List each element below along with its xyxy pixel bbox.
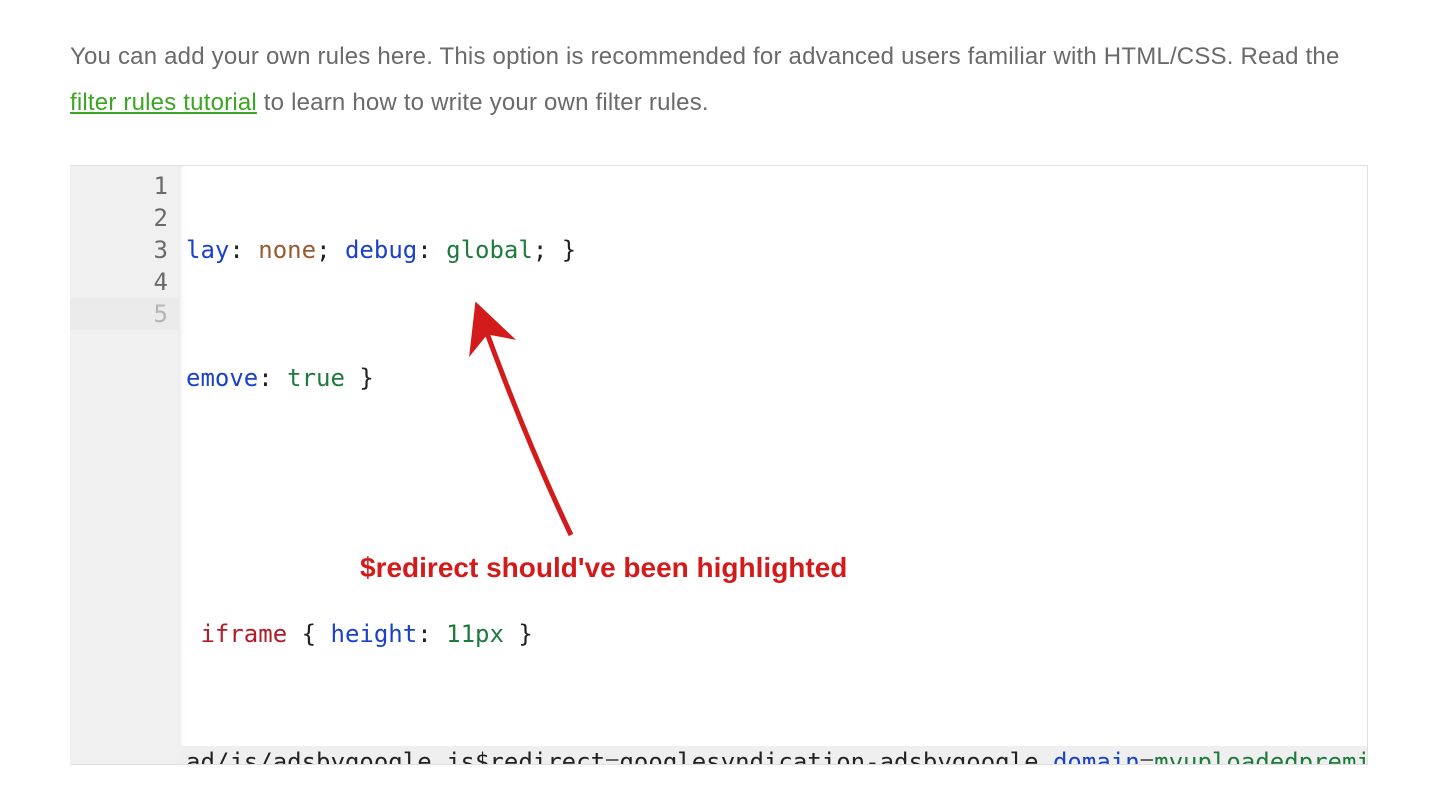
intro-part-1: You can add your own rules here. This op… [70,43,1340,70]
intro-text: You can add your own rules here. This op… [70,34,1368,125]
code-line[interactable]: emove: true } [186,362,1367,394]
line-number: 2 [70,202,178,234]
line-number: 3 [70,234,178,266]
code-line[interactable] [186,490,1367,522]
line-number: 4 [70,266,178,298]
filter-editor[interactable]: 1 2 3 4 5 lay: none; debug: global; } em… [70,165,1368,765]
intro-part-2: to learn how to write your own filter ru… [257,89,709,116]
code-line-active[interactable]: ad/js/adsbygoogle.js$redirect=googlesynd… [186,746,1367,764]
line-number: 1 [70,170,178,202]
code-line[interactable]: iframe { height: 11px } [186,618,1367,650]
line-number-gutter: 1 2 3 4 5 [70,166,178,764]
code-line[interactable]: lay: none; debug: global; } [186,234,1367,266]
code-area[interactable]: lay: none; debug: global; } emove: true … [178,166,1367,764]
filter-tutorial-link[interactable]: filter rules tutorial [70,89,257,116]
